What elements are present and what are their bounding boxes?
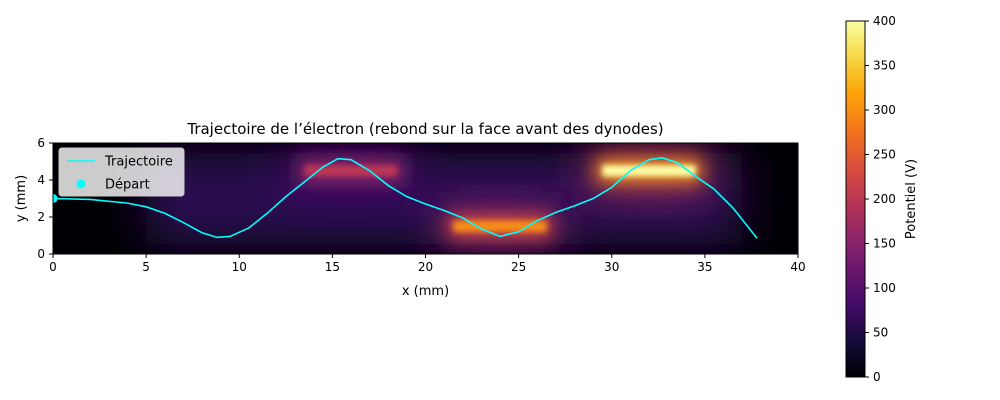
legend-label-depart: Départ xyxy=(105,178,150,193)
colorbar-tick-label: 300 xyxy=(873,103,896,117)
colorbar-tick-label: 400 xyxy=(873,14,896,28)
colorbar-label: Potentiel (V) xyxy=(904,159,919,239)
y-axis-label: y (mm) xyxy=(14,175,29,222)
x-tick-label: 35 xyxy=(697,260,712,274)
x-tick-label: 25 xyxy=(511,260,526,274)
colorbar-tick-label: 200 xyxy=(873,192,896,206)
y-tick-label: 4 xyxy=(37,173,45,187)
y-axis: 0 2 4 6 xyxy=(37,136,53,261)
colorbar-tick-label: 50 xyxy=(873,326,888,340)
legend-label-trajectoire: Trajectoire xyxy=(104,155,173,170)
figure: Trajectoire de l’électron (rebond sur la… xyxy=(14,14,919,384)
x-axis-label: x (mm) xyxy=(402,284,449,299)
colorbar: 0 50 100 150 200 250 300 350 400 Potentiel (V) xyxy=(845,14,919,384)
colorbar-tick-label: 0 xyxy=(873,370,881,384)
colorbar-ticks: 0 50 100 150 200 250 300 350 400 xyxy=(865,14,896,384)
legend-dot-swatch xyxy=(76,179,86,189)
x-tick-label: 40 xyxy=(790,260,805,274)
colorbar-tick-label: 250 xyxy=(873,148,896,162)
x-tick-label: 15 xyxy=(325,260,340,274)
y-tick-label: 2 xyxy=(37,210,45,224)
chart-title: Trajectoire de l’électron (rebond sur la… xyxy=(186,120,663,138)
x-tick-label: 5 xyxy=(142,260,150,274)
y-tick-label: 6 xyxy=(37,136,45,150)
x-tick-label: 0 xyxy=(49,260,57,274)
x-axis: 0 5 10 15 20 25 30 35 40 xyxy=(49,254,806,274)
y-tick-label: 0 xyxy=(37,247,45,261)
colorbar-gradient xyxy=(845,20,866,378)
colorbar-tick-label: 150 xyxy=(873,237,896,251)
legend: Trajectoire Départ xyxy=(58,147,185,197)
dynode-1 xyxy=(453,220,547,232)
colorbar-tick-label: 100 xyxy=(873,281,896,295)
x-tick-label: 10 xyxy=(232,260,247,274)
x-tick-label: 30 xyxy=(604,260,619,274)
x-tick-label: 20 xyxy=(418,260,433,274)
colorbar-tick-label: 350 xyxy=(873,59,896,73)
